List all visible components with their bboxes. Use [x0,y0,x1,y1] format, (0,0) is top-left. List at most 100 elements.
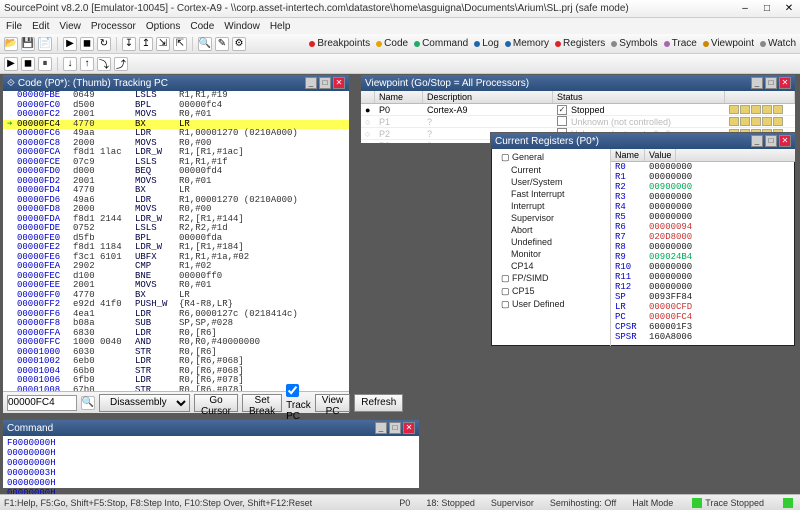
tool-icon[interactable]: ↻ [97,37,111,51]
track-pc-checkbox[interactable]: Track PC [286,384,311,422]
pane-close-icon[interactable]: ✕ [403,422,415,434]
refresh-button[interactable]: Refresh [354,394,403,412]
tool-icon[interactable]: ⤵ [97,57,111,71]
register-row[interactable]: R1100000000 [611,272,795,282]
tool-icon[interactable]: ↑ [80,57,94,71]
disassembly-listing[interactable]: 00000FBE0649LSLSR1,R1,#1900000FC0d500BPL… [3,91,349,391]
tree-node[interactable]: User/System [493,176,608,188]
tree-node[interactable]: Current [493,164,608,176]
menu-file[interactable]: File [6,21,22,32]
col-name[interactable]: Name [375,91,423,103]
register-row[interactable]: R400000000 [611,202,795,212]
register-row[interactable]: R1200000000 [611,282,795,292]
register-row[interactable]: R600000094 [611,222,795,232]
register-row[interactable]: R200900000 [611,182,795,192]
menu-help[interactable]: Help [270,21,291,32]
pane-max-icon[interactable]: □ [765,135,777,147]
close-button[interactable]: ✕ [782,3,796,15]
tool-icon[interactable]: 📂 [4,37,18,51]
tree-node[interactable]: CP14 [493,260,608,272]
toolbar-trace-button[interactable]: Trace [664,38,697,49]
tree-node[interactable]: Abort [493,224,608,236]
register-tree[interactable]: ▢ General CurrentUser/SystemFast Interru… [491,149,611,346]
register-row[interactable]: R300000000 [611,192,795,202]
register-row[interactable]: SPSR160A8006 [611,332,795,342]
search-icon[interactable]: 🔍 [81,396,95,410]
tool-icon[interactable]: ▶ [63,37,77,51]
tool-icon[interactable]: ⚙ [232,37,246,51]
pane-max-icon[interactable]: □ [765,77,777,89]
menu-window[interactable]: Window [224,21,260,32]
maximize-button[interactable]: □ [760,3,774,15]
register-row[interactable]: SP0093FF84 [611,292,795,302]
register-row[interactable]: R1000000000 [611,262,795,272]
tool-icon[interactable]: 📄 [38,37,52,51]
toolbar-registers-button[interactable]: Registers [555,38,605,49]
register-row[interactable]: R7020D8000 [611,232,795,242]
menu-edit[interactable]: Edit [32,21,49,32]
pane-min-icon[interactable]: _ [375,422,387,434]
tool-icon[interactable]: 🔍 [198,37,212,51]
tree-node[interactable]: ▢ FP/SIMD [493,272,608,285]
toolbar-watch-button[interactable]: Watch [760,38,796,49]
mode-select[interactable]: Disassembly [99,394,190,412]
address-input[interactable] [7,395,77,411]
register-row[interactable]: CPSR600001F3 [611,322,795,332]
tool-icon[interactable]: ◼ [21,57,35,71]
tree-node[interactable]: Monitor [493,248,608,260]
tool-icon[interactable]: ▶ [4,57,18,71]
register-row[interactable]: R9009024B4 [611,252,795,262]
tree-node[interactable]: Supervisor [493,212,608,224]
view-pc-button[interactable]: View PC [315,394,351,412]
tool-icon[interactable]: ◼ [80,37,94,51]
col-status[interactable]: Status [553,91,725,103]
pane-min-icon[interactable]: _ [751,135,763,147]
menu-view[interactable]: View [59,21,81,32]
tool-icon[interactable]: ⇲ [156,37,170,51]
pane-close-icon[interactable]: ✕ [779,77,791,89]
col-name[interactable]: Name [611,149,645,161]
tree-node[interactable]: ▢ General [493,151,608,164]
tool-icon[interactable]: ↥ [139,37,153,51]
register-row[interactable]: LR00000CFD [611,302,795,312]
toolbar-breakpoints-button[interactable]: Breakpoints [309,38,370,49]
pane-max-icon[interactable]: □ [389,422,401,434]
toolbar-symbols-button[interactable]: Symbols [611,38,657,49]
toolbar-memory-button[interactable]: Memory [505,38,549,49]
register-row[interactable]: PC00000FC4 [611,312,795,322]
register-row[interactable]: R000000000 [611,162,795,172]
menu-options[interactable]: Options [146,21,180,32]
tool-icon[interactable]: ⤴ [114,57,128,71]
menu-code[interactable]: Code [190,21,214,32]
command-output[interactable]: F0000000H00000000H00000000H00000003H0000… [3,436,419,488]
pane-min-icon[interactable]: _ [751,77,763,89]
pane-close-icon[interactable]: ✕ [779,135,791,147]
tool-icon[interactable]: ↓ [63,57,77,71]
pane-min-icon[interactable]: _ [305,77,317,89]
tool-icon[interactable]: ⇱ [173,37,187,51]
toolbar-log-button[interactable]: Log [474,38,499,49]
set-break-button[interactable]: Set Break [242,394,282,412]
col-value[interactable]: Value [645,149,676,161]
viewpoint-row[interactable]: ○P1?Unknown (not controlled) [361,116,795,128]
tree-node[interactable]: ▢ User Defined [493,298,608,311]
tree-node[interactable]: ▢ CP15 [493,285,608,298]
tree-node[interactable]: Undefined [493,236,608,248]
tree-node[interactable]: Interrupt [493,200,608,212]
toolbar-command-button[interactable]: Command [414,38,468,49]
tool-icon[interactable]: ↧ [122,37,136,51]
register-row[interactable]: R500000000 [611,212,795,222]
pane-max-icon[interactable]: □ [319,77,331,89]
tree-node[interactable]: Fast Interrupt [493,188,608,200]
go-cursor-button[interactable]: Go Cursor [194,394,238,412]
toolbar-viewpoint-button[interactable]: Viewpoint [703,38,754,49]
tool-icon[interactable]: ⏸ [38,57,52,71]
toolbar-code-button[interactable]: Code [376,38,408,49]
pane-close-icon[interactable]: ✕ [333,77,345,89]
minimize-button[interactable]: – [738,3,752,15]
tool-icon[interactable]: 💾 [21,37,35,51]
register-row[interactable]: R800000000 [611,242,795,252]
col-desc[interactable]: Description [423,91,553,103]
menu-processor[interactable]: Processor [91,21,136,32]
tool-icon[interactable]: ✎ [215,37,229,51]
